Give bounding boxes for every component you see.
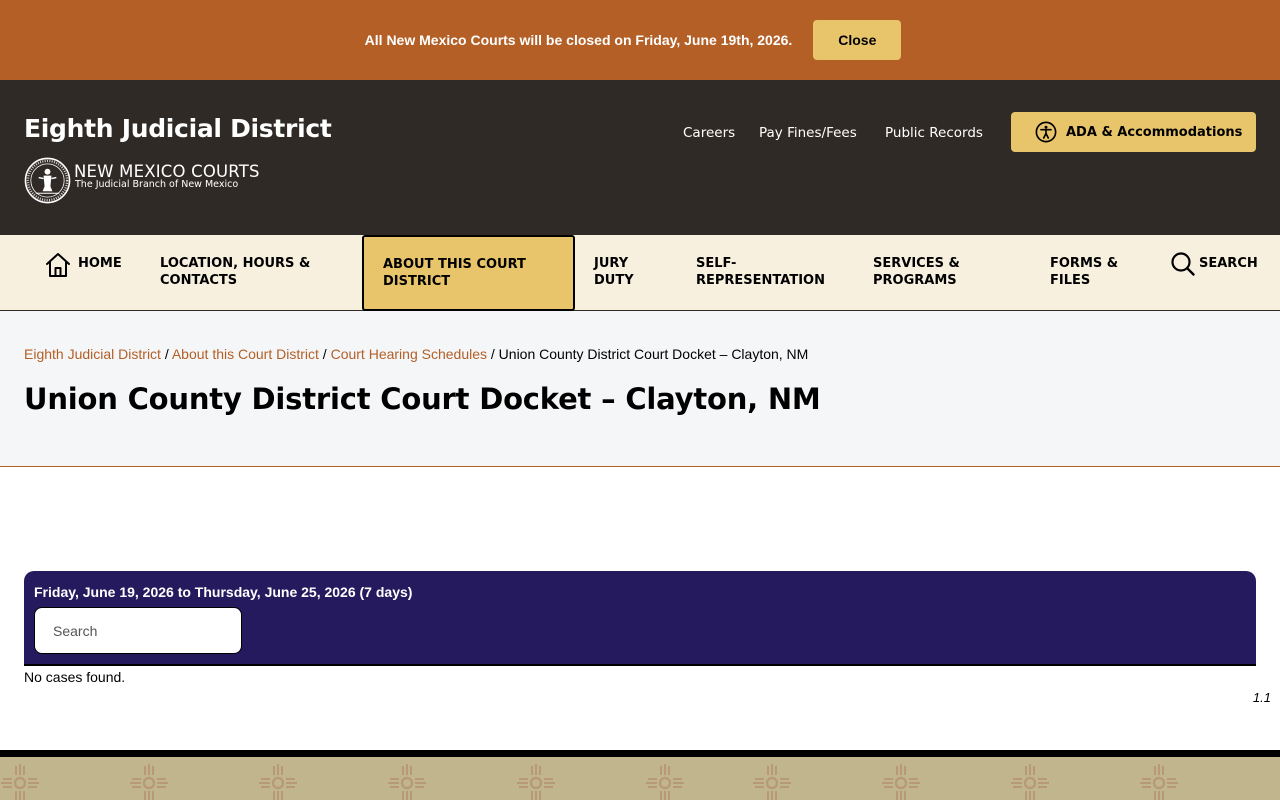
version-label: 1.1	[1252, 690, 1271, 705]
breadcrumb-separator: /	[487, 346, 499, 362]
empty-message: No cases found.	[24, 669, 126, 685]
breadcrumb: Eighth Judicial District / About this Co…	[24, 346, 808, 362]
footer-divider	[0, 750, 1280, 757]
home-icon[interactable]	[44, 251, 72, 279]
nav-services-programs[interactable]: SERVICES & PROGRAMS	[873, 255, 993, 289]
breadcrumb-link-home[interactable]: Eighth Judicial District	[24, 346, 161, 362]
page-header: Eighth Judicial District / About this Co…	[0, 311, 1280, 467]
site-title[interactable]: Eighth Judicial District	[24, 114, 332, 143]
page-title: Union County District Court Docket – Cla…	[24, 382, 821, 416]
nav-about-label: ABOUT THIS COURT DISTRICT	[383, 257, 526, 289]
docket-panel: Friday, June 19, 2026 to Thursday, June …	[24, 571, 1256, 666]
nav-about-court-district[interactable]: ABOUT THIS COURT DISTRICT	[362, 235, 575, 311]
pay-fines-link[interactable]: Pay Fines/Fees	[759, 125, 857, 141]
breadcrumb-separator: /	[160, 346, 172, 362]
nav-jury-duty[interactable]: JURY DUTY	[594, 255, 659, 289]
public-records-link[interactable]: Public Records	[885, 125, 983, 141]
careers-link[interactable]: Careers	[683, 125, 735, 141]
breadcrumb-separator: /	[318, 346, 331, 362]
zia-pattern-icon	[0, 762, 1180, 800]
docket-search-input[interactable]	[34, 607, 242, 654]
ada-label: ADA & Accommodations	[1066, 124, 1243, 140]
nav-location-hours-contacts[interactable]: LOCATION, HOURS & CONTACTS	[160, 255, 335, 289]
breadcrumb-current: Union County District Court Docket – Cla…	[498, 346, 809, 362]
search-icon[interactable]	[1170, 251, 1196, 277]
nav-self-representation[interactable]: SELF-REPRESENTATION	[696, 255, 836, 289]
alert-close-button[interactable]: Close	[813, 20, 902, 60]
nav-home[interactable]: HOME	[78, 255, 122, 272]
nav-forms-files[interactable]: FORMS & FILES	[1050, 255, 1130, 289]
brand-tagline: The Judicial Branch of New Mexico	[75, 179, 239, 190]
breadcrumb-link-hearing-schedules[interactable]: Court Hearing Schedules	[331, 346, 487, 362]
ada-accommodations-button[interactable]: ADA & Accommodations	[1011, 112, 1256, 152]
site-header: Eighth Judicial District NEW MEXICO COUR…	[0, 80, 1280, 235]
alert-message: All New Mexico Courts will be closed on …	[364, 32, 793, 48]
alert-banner: All New Mexico Courts will be closed on …	[0, 0, 1280, 80]
main-navigation: HOME LOCATION, HOURS & CONTACTS ABOUT TH…	[0, 235, 1280, 311]
nav-search[interactable]: SEARCH	[1199, 255, 1258, 272]
footer-pattern	[0, 757, 1280, 800]
accessibility-icon	[1035, 121, 1057, 143]
docket-date-range: Friday, June 19, 2026 to Thursday, June …	[34, 584, 413, 600]
breadcrumb-link-about[interactable]: About this Court District	[172, 346, 319, 362]
court-seal-logo[interactable]	[24, 157, 71, 204]
